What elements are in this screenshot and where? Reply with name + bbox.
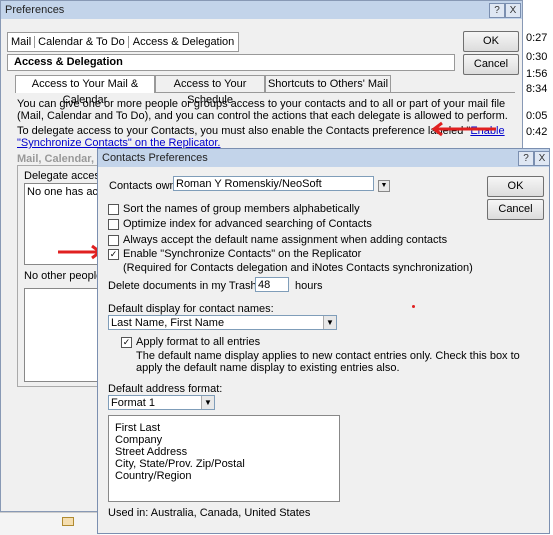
- enable-sync-note: (Required for Contacts delegation and iN…: [123, 262, 473, 274]
- section-header: Access & Delegation: [7, 54, 455, 71]
- nav-mail[interactable]: Mail: [8, 36, 34, 48]
- sort-members-label: Sort the names of group members alphabet…: [123, 203, 360, 215]
- accept-default-name-checkbox[interactable]: [108, 235, 119, 246]
- close-button[interactable]: X: [505, 3, 521, 18]
- red-dot-mark: [412, 305, 415, 308]
- contacts-preferences-titlebar[interactable]: Contacts Preferences ? X: [98, 149, 550, 167]
- close-button[interactable]: X: [534, 151, 550, 166]
- time-label: 8:34: [526, 83, 548, 95]
- time-label: 1:56: [526, 68, 548, 80]
- tab-shortcuts-others-mail[interactable]: Shortcuts to Others' Mail: [265, 75, 391, 92]
- envelope-icon: [62, 517, 74, 526]
- chevron-down-icon: ▼: [201, 396, 214, 409]
- delete-trash-unit: hours: [295, 280, 323, 292]
- time-label: 0:42: [526, 126, 548, 138]
- address-format-select[interactable]: Format 1 ▼: [108, 395, 215, 410]
- sort-members-checkbox[interactable]: [108, 204, 119, 215]
- contacts-owner-field[interactable]: Roman Y Romenskiy/NeoSoft: [173, 176, 374, 191]
- address-line: City, State/Prov. Zip/Postal: [115, 458, 245, 470]
- cancel-button[interactable]: Cancel: [463, 54, 519, 75]
- delete-trash-hours-value: 48: [258, 279, 271, 291]
- optimize-index-label: Optimize index for advanced searching of…: [123, 218, 372, 230]
- time-label: 0:27: [526, 32, 548, 44]
- help-button[interactable]: ?: [518, 151, 534, 166]
- delegation-note-text: To delegate access to your Contacts, you…: [17, 125, 471, 137]
- delegate-list-empty: No one has acc: [27, 186, 104, 198]
- access-tabs: Access to Your Mail & Calendar Access to…: [15, 75, 395, 106]
- address-preview-box: First Last Company Street Address City, …: [108, 415, 340, 502]
- used-in-label: Used in: Australia, Canada, United State…: [108, 507, 311, 519]
- accept-default-name-label: Always accept the default name assignmen…: [123, 234, 448, 246]
- address-line: First Last: [115, 422, 161, 434]
- tab-access-mail-calendar[interactable]: Access to Your Mail & Calendar: [15, 75, 155, 106]
- apply-format-label: Apply format to all entries: [136, 336, 261, 348]
- apply-format-note: apply the default name display to existi…: [136, 362, 400, 374]
- ok-button[interactable]: OK: [463, 31, 519, 52]
- nav-access-delegation[interactable]: Access & Delegation: [129, 36, 239, 48]
- red-arrow-icon: [431, 121, 496, 137]
- section-title: Access & Delegation: [14, 56, 123, 68]
- address-line: Country/Region: [115, 470, 192, 482]
- preferences-nav: Mail Calendar & To Do Access & Delegation: [7, 32, 240, 52]
- delete-trash-hours-field[interactable]: 48: [255, 277, 289, 292]
- background-strip: [0, 512, 100, 535]
- tab-access-schedule[interactable]: Access to Your Schedule: [155, 75, 265, 106]
- preferences-title: Preferences: [5, 4, 65, 16]
- contacts-owner-value: Roman Y Romenskiy/NeoSoft: [176, 178, 322, 190]
- ok-button[interactable]: OK: [487, 176, 544, 197]
- address-line: Company: [115, 434, 163, 446]
- preferences-titlebar[interactable]: Preferences ? X: [1, 1, 522, 19]
- optimize-index-checkbox[interactable]: [108, 219, 119, 230]
- address-format-value: Format 1: [111, 397, 156, 409]
- default-display-label: Default display for contact names:: [108, 303, 274, 315]
- owner-dropdown-arrow[interactable]: ▼: [378, 180, 390, 192]
- cancel-button[interactable]: Cancel: [487, 199, 544, 220]
- time-label: 0:30: [526, 51, 548, 63]
- help-button[interactable]: ?: [489, 3, 505, 18]
- nav-calendar[interactable]: Calendar & To Do: [35, 36, 128, 48]
- contacts-preferences-title: Contacts Preferences: [102, 152, 208, 164]
- apply-format-checkbox[interactable]: ✓: [121, 337, 132, 348]
- chevron-down-icon: ▼: [323, 316, 336, 329]
- delegate-group: Delegate access t No one has acc No othe…: [17, 165, 111, 387]
- mail-calendar-heading: Mail, Calendar, T: [17, 153, 104, 165]
- time-label: 0:05: [526, 110, 548, 122]
- address-format-label: Default address format:: [108, 383, 223, 395]
- address-line: Street Address: [115, 446, 188, 458]
- apply-format-note: The default name display applies to new …: [136, 350, 520, 362]
- contacts-preferences-dialog: Contacts Preferences ? X Contacts owner:…: [97, 148, 550, 534]
- default-display-select[interactable]: Last Name, First Name ▼: [108, 315, 337, 330]
- enable-sync-checkbox[interactable]: ✓: [108, 249, 119, 260]
- enable-sync-label: Enable "Synchronize Contacts" on the Rep…: [123, 248, 362, 260]
- default-display-value: Last Name, First Name: [111, 317, 225, 329]
